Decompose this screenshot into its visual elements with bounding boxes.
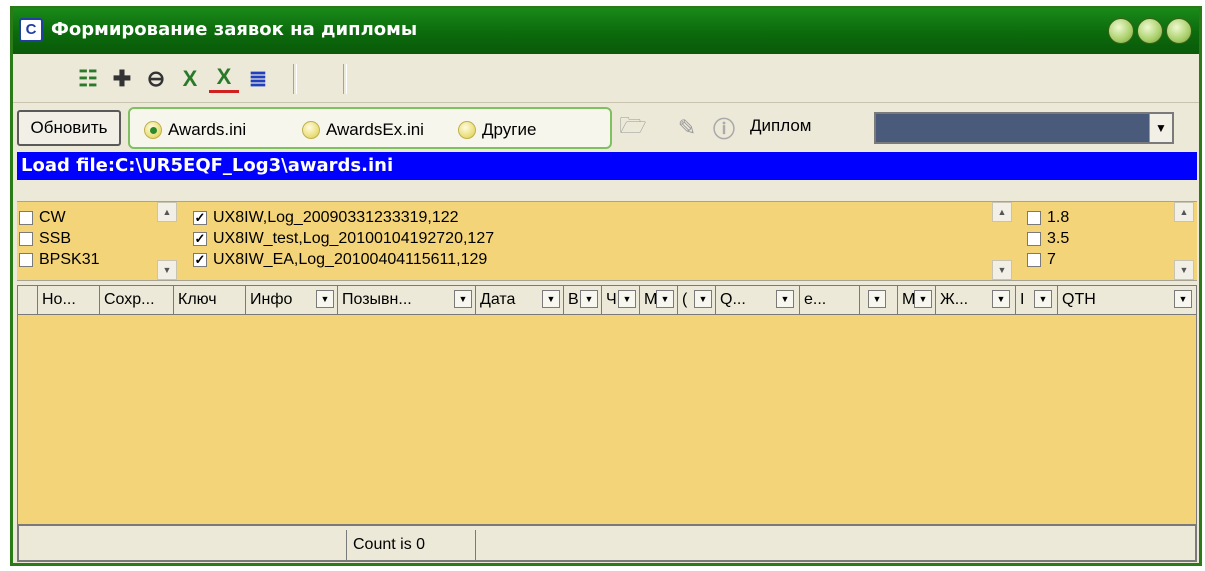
column-header[interactable]: ▼ [860, 286, 898, 314]
chevron-down-icon[interactable]: ▼ [914, 290, 932, 308]
app-icon[interactable]: C [19, 18, 43, 42]
list-lines-icon[interactable]: ≣ [243, 64, 273, 94]
column-header[interactable]: Но... [38, 286, 100, 314]
column-header[interactable]: Сохр... [100, 286, 174, 314]
tree-list-icon[interactable]: ☷ [73, 64, 103, 94]
chevron-down-icon[interactable]: ▼ [656, 290, 674, 308]
log-item[interactable]: ✓ UX8IW_test,Log_20100104192720,127 [193, 229, 494, 249]
source-radio-group: Awards.ini AwardsEx.ini Другие [128, 107, 612, 149]
chevron-down-icon[interactable]: ▼ [992, 290, 1010, 308]
checkbox[interactable]: ✓ [193, 232, 207, 246]
chevron-down-icon[interactable]: ▼ [1174, 290, 1192, 308]
count-status: Count is 0 [346, 530, 476, 560]
close-button[interactable] [1166, 18, 1192, 44]
scroll-down-icon[interactable]: ▼ [157, 260, 177, 280]
grid-body[interactable] [17, 315, 1197, 524]
band-scrollbar[interactable]: ▲ ▼ [1174, 202, 1194, 280]
chevron-down-icon[interactable]: ▼ [316, 290, 334, 308]
excel-x-icon[interactable]: X [175, 64, 205, 94]
scroll-down-icon[interactable]: ▼ [992, 260, 1012, 280]
column-header[interactable]: Ч ▼ [602, 286, 640, 314]
checkbox[interactable] [19, 253, 33, 267]
mode-item[interactable]: SSB [19, 229, 71, 249]
chevron-down-icon[interactable]: ▼ [454, 290, 472, 308]
radio-dot [458, 121, 476, 139]
open-folder-icon[interactable]: 🗁 [619, 113, 647, 142]
radio-awardsex-ini[interactable]: AwardsEx.ini [302, 117, 424, 143]
chevron-down-icon[interactable]: ▼ [776, 290, 794, 308]
column-header[interactable]: Q... ▼ [716, 286, 800, 314]
load-file-status: Load file:C:\UR5EQF_Log3\awards.ini [17, 152, 1197, 180]
excel-x-red-icon[interactable]: X [209, 64, 239, 93]
mode-scrollbar[interactable]: ▲ ▼ [157, 202, 177, 280]
chevron-down-icon[interactable]: ▼ [580, 290, 598, 308]
column-header[interactable]: Позывн... ▼ [338, 286, 476, 314]
scroll-up-icon[interactable]: ▲ [992, 202, 1012, 222]
log-item[interactable]: ✓ UX8IW_EA,Log_20100404115611,129 [193, 250, 487, 270]
checkbox[interactable] [1027, 211, 1041, 225]
scroll-down-icon[interactable]: ▼ [1174, 260, 1194, 280]
row-indicator-header [18, 286, 38, 314]
diplom-select[interactable]: ▼ [874, 112, 1174, 144]
checkbox[interactable] [19, 232, 33, 246]
band-item[interactable]: 1.8 [1027, 208, 1069, 228]
grid-header: Но... Сохр... Ключ Инфо ▼ Позывн... ▼ Дата… [17, 285, 1197, 315]
radio-other[interactable]: Другие [458, 117, 536, 143]
add-icon[interactable]: ✚ [107, 64, 137, 94]
toolbar: ☷ ✚ ⊖ X X ≣ [13, 56, 1199, 103]
filter-lists: CW SSB BPSK31 ▲ ▼ ✓ UX8IW,Log_20090331233… [17, 201, 1197, 281]
refresh-button[interactable]: Обновить [17, 110, 121, 146]
title-bar[interactable]: C Формирование заявок на дипломы [13, 8, 1199, 54]
radio-awards-ini[interactable]: Awards.ini [144, 117, 246, 143]
chevron-down-icon[interactable]: ▼ [694, 290, 712, 308]
column-header[interactable]: Дата ▼ [476, 286, 564, 314]
mode-item[interactable]: CW [19, 208, 66, 228]
diplom-label: Диплом [750, 116, 812, 135]
checkbox[interactable] [1027, 232, 1041, 246]
column-header[interactable]: М ▼ [640, 286, 678, 314]
status-bar: Count is 0 [17, 524, 1197, 562]
mode-item[interactable]: BPSK31 [19, 250, 99, 270]
log-scrollbar[interactable]: ▲ ▼ [992, 202, 1012, 280]
window-title: Формирование заявок на дипломы [51, 19, 418, 40]
column-header[interactable]: QTH ▼ [1058, 286, 1196, 314]
column-header[interactable]: Ключ [174, 286, 246, 314]
toolbar-separator [293, 64, 297, 94]
radio-dot [302, 121, 320, 139]
column-header[interactable]: e... [800, 286, 860, 314]
info-icon[interactable]: ⓘ [710, 114, 738, 142]
checkbox[interactable] [19, 211, 33, 225]
scroll-up-icon[interactable]: ▲ [157, 202, 177, 222]
toolbar-separator [343, 64, 347, 94]
column-header[interactable]: М ▼ [898, 286, 936, 314]
checkbox[interactable]: ✓ [193, 253, 207, 267]
maximize-button[interactable] [1137, 18, 1163, 44]
main-window: C Формирование заявок на дипломы ☷ ✚ ⊖ X… [10, 6, 1202, 566]
controls-row: Обновить Awards.ini AwardsEx.ini Другие … [13, 106, 1199, 150]
radio-dot [144, 121, 162, 139]
scroll-up-icon[interactable]: ▲ [1174, 202, 1194, 222]
chevron-down-icon[interactable]: ▼ [1149, 114, 1172, 142]
chevron-down-icon[interactable]: ▼ [868, 290, 886, 308]
band-item[interactable]: 3.5 [1027, 229, 1069, 249]
chevron-down-icon[interactable]: ▼ [542, 290, 560, 308]
chevron-down-icon[interactable]: ▼ [1034, 290, 1052, 308]
column-header[interactable]: Ж... ▼ [936, 286, 1016, 314]
column-header[interactable]: В ▼ [564, 286, 602, 314]
checkbox[interactable] [1027, 253, 1041, 267]
log-item[interactable]: ✓ UX8IW,Log_20090331233319,122 [193, 208, 459, 228]
column-header[interactable]: I ▼ [1016, 286, 1058, 314]
minimize-button[interactable] [1108, 18, 1134, 44]
edit-icon[interactable]: ✎ [673, 114, 701, 142]
column-header[interactable]: Инфо ▼ [246, 286, 338, 314]
band-item[interactable]: 7 [1027, 250, 1056, 270]
checkbox[interactable]: ✓ [193, 211, 207, 225]
link-icon[interactable]: ⊖ [141, 64, 171, 94]
chevron-down-icon[interactable]: ▼ [618, 290, 636, 308]
column-header[interactable]: (▼ [678, 286, 716, 314]
